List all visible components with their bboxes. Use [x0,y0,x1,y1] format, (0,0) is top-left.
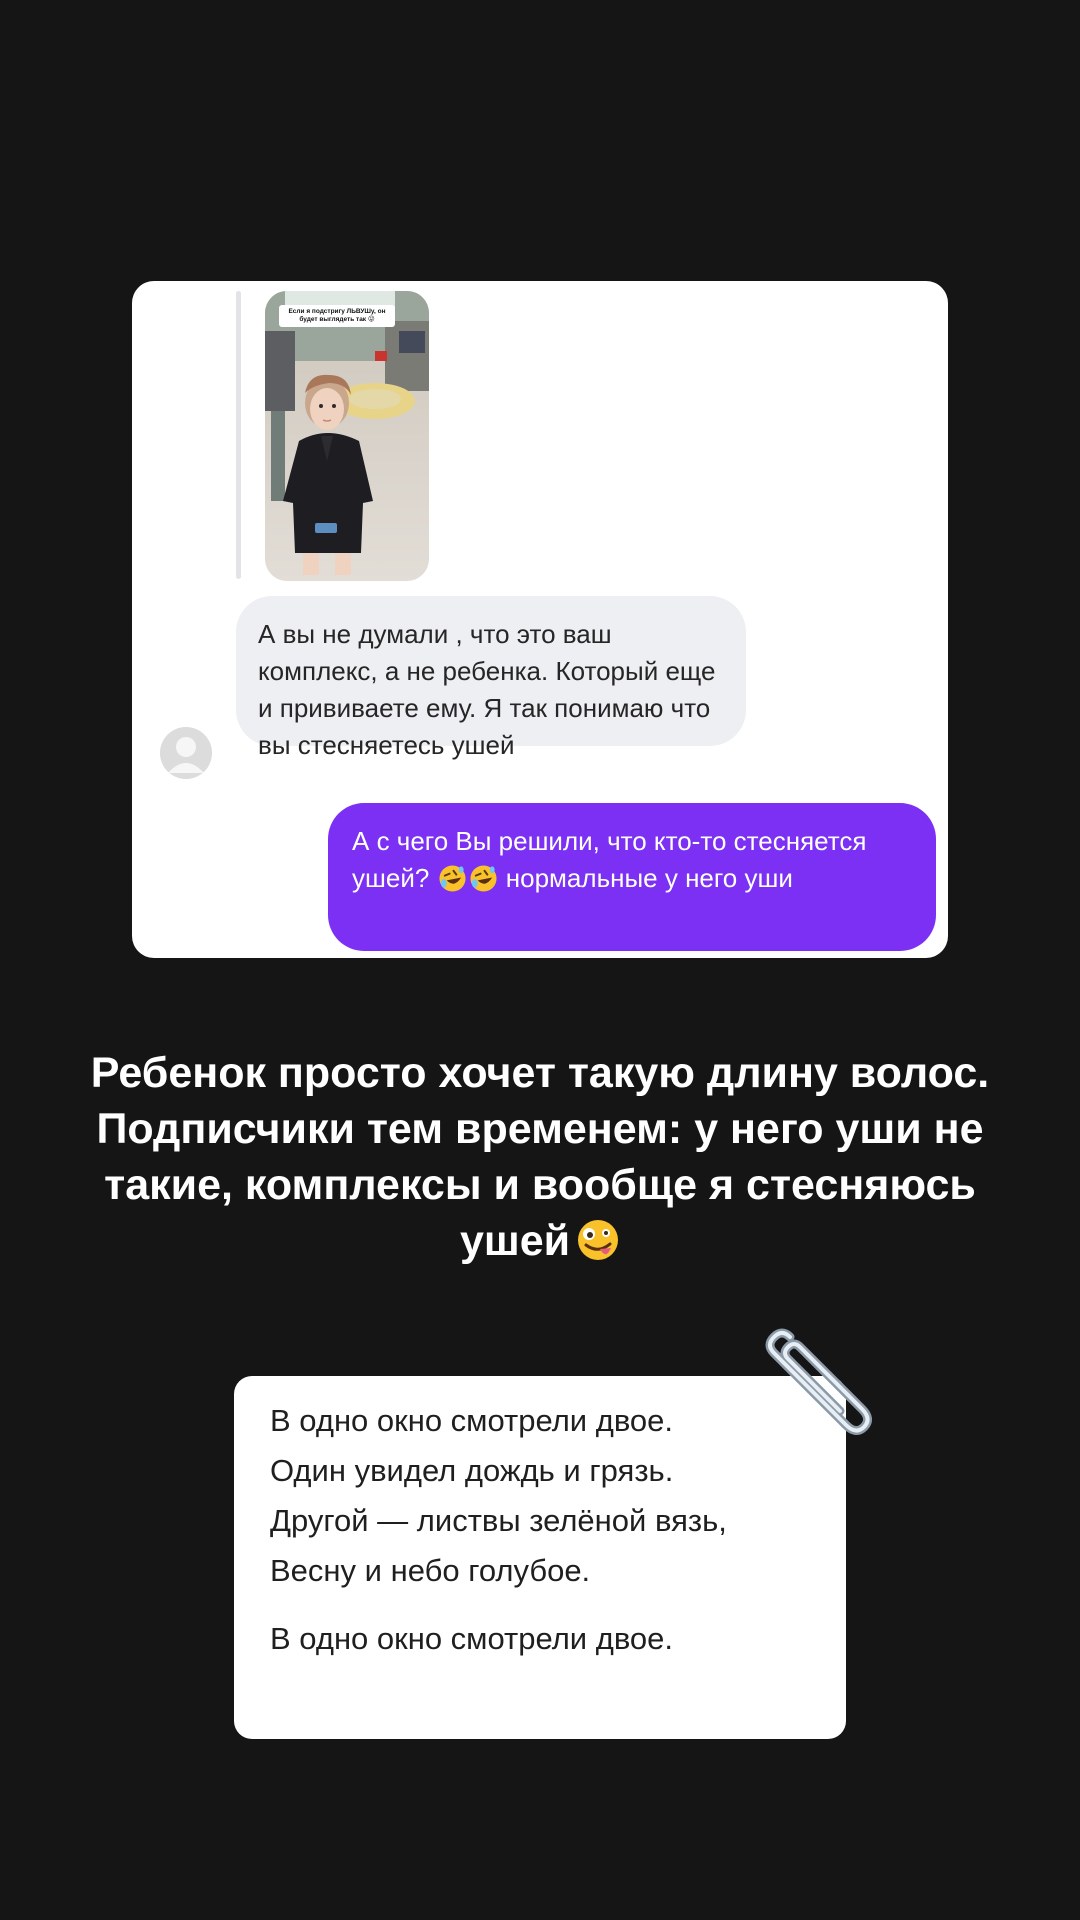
poem-line-5: В одно окно смотрели двое. [270,1621,674,1656]
paperclip-icon [765,1328,872,1435]
rolling-on-floor-laughing-icon [438,865,466,892]
poem-note-card: В одно окно смотрели двое. Один увидел д… [234,1376,846,1739]
poem-line-3: Другой — листвы зелёной вязь, [270,1503,727,1538]
poem-line-2: Один увидел дождь и грязь. [270,1453,674,1488]
rolling-on-floor-laughing-icon [469,865,497,892]
zany-face-icon [578,1220,619,1260]
incoming-message-bubble[interactable]: А вы не думали , что это ваш комплекс, а… [236,596,746,760]
default-avatar-icon [160,727,212,779]
outgoing-message-bubble[interactable]: А с чего Вы решили, что кто-то стесняетс… [328,803,936,951]
story-caption-text: Ребенок просто хочет такую длину волос. … [90,1049,990,1265]
story-reply-thumbnail[interactable]: Если я подстригу ЛЬВУШу, он будет выгляд… [265,291,429,581]
story-caption: Ребенок просто хочет такую длину волос. … [60,1045,1020,1269]
chat-screenshot-card: Если я подстригу ЛЬВУШу, он будет выгляд… [132,281,948,958]
reply-indicator-line [236,291,241,579]
sender-avatar[interactable] [160,727,212,779]
story-photo-child [265,291,429,581]
poem-line-4: Весну и небо голубое. [270,1553,591,1588]
outgoing-message-text-end: нормальные у него уши [505,863,793,893]
incoming-message-text: А вы не думали , что это ваш комплекс, а… [258,619,716,760]
story-preview-caption: Если я подстригу ЛЬВУШу, он будет выгляд… [279,305,395,327]
